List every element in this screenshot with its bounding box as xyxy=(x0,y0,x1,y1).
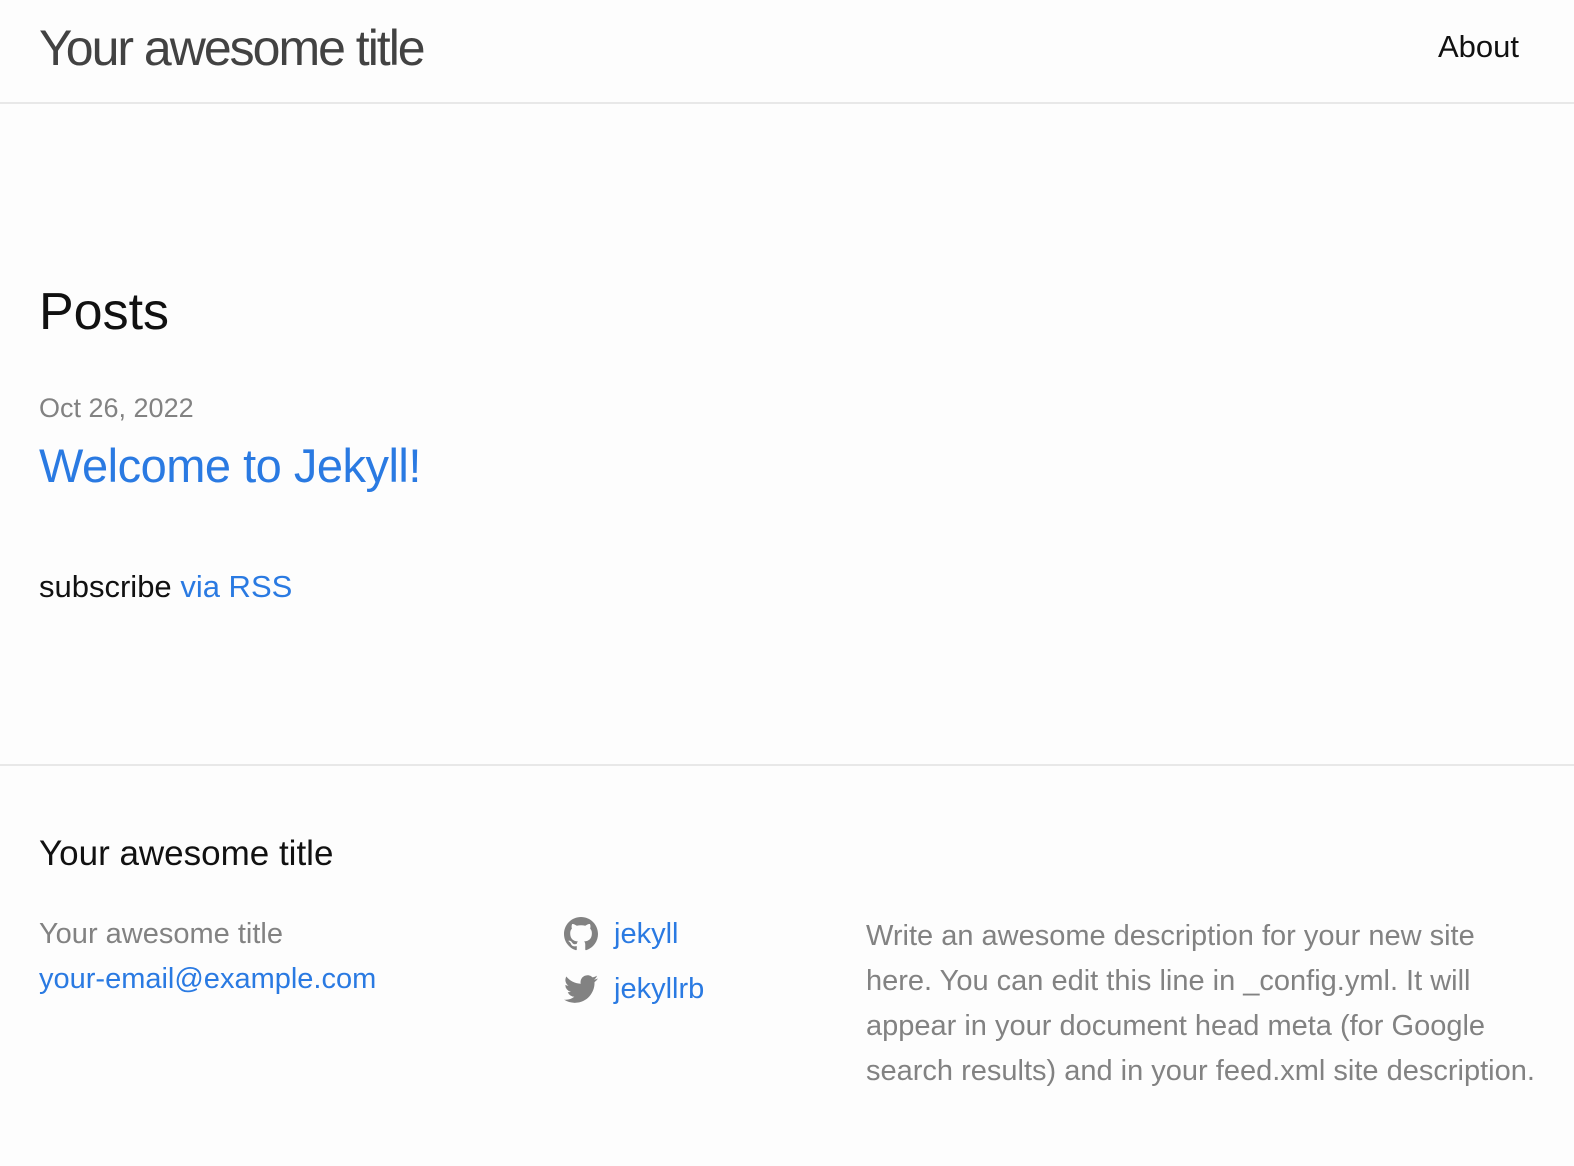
github-username: jekyll xyxy=(614,918,679,950)
twitter-icon xyxy=(564,972,598,1006)
twitter-link[interactable]: jekyllrb xyxy=(564,969,704,1009)
footer-contact-name: Your awesome title xyxy=(39,918,283,950)
rss-subscribe: subscribe via RSS xyxy=(39,566,292,608)
footer-email-link[interactable]: your-email@example.com xyxy=(39,959,376,999)
post-date: Oct 26, 2022 xyxy=(39,393,194,423)
site-footer: Your awesome title Your awesome title yo… xyxy=(0,766,1574,1166)
twitter-username: jekyllrb xyxy=(614,973,705,1005)
rss-prefix: subscribe xyxy=(39,569,172,604)
site-title-link[interactable]: Your awesome title xyxy=(39,18,426,78)
posts-heading: Posts xyxy=(39,283,170,341)
nav-about-link[interactable]: About xyxy=(1438,27,1519,67)
footer-heading: Your awesome title xyxy=(39,834,334,873)
post-title-link[interactable]: Welcome to Jekyll! xyxy=(39,436,421,496)
site-header: Your awesome title About xyxy=(0,0,1574,104)
github-icon xyxy=(564,917,598,951)
github-link[interactable]: jekyll xyxy=(564,914,678,954)
rss-link[interactable]: via RSS xyxy=(180,569,292,604)
main-content: Posts Oct 26, 2022 Welcome to Jekyll! su… xyxy=(0,104,1574,766)
site-description: Write an awesome description for your ne… xyxy=(866,920,1535,1087)
